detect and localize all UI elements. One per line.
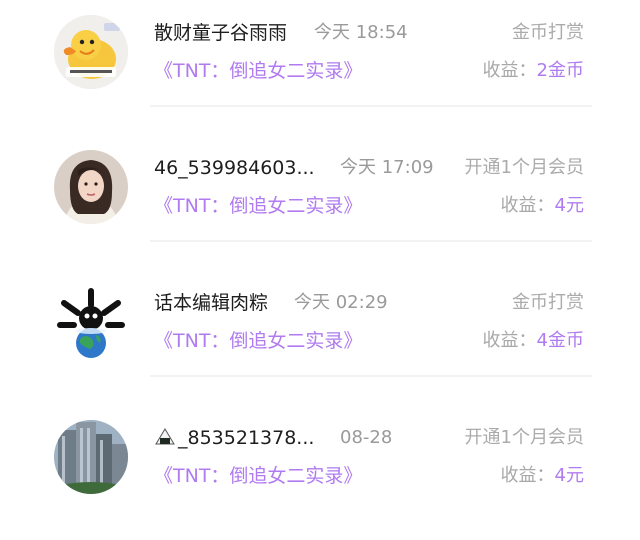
earnings: 收益：4元 — [501, 461, 584, 491]
earnings: 收益：4元 — [501, 191, 584, 221]
divider — [150, 375, 592, 377]
reward-records-list: 散财童子谷雨雨 今天 18:54 金币打赏 《TNT：倒追女二实录》 收益：2金… — [0, 0, 640, 532]
record-time: 08-28 — [340, 427, 393, 448]
divider — [150, 240, 592, 242]
record-type: 开通1个月会员 — [464, 427, 584, 448]
user-name[interactable]: 46_539984603... — [154, 153, 315, 183]
cartoon-earth-avatar — [54, 285, 128, 359]
user-name[interactable]: _853521378... — [154, 423, 314, 453]
rice-ball-icon — [155, 428, 175, 445]
girl-portrait-avatar — [54, 150, 128, 224]
earnings: 收益：4金币 — [483, 326, 584, 356]
record-time: 今天 02:29 — [294, 292, 388, 313]
avatar[interactable] — [54, 285, 128, 359]
earnings-value: 4元 — [554, 465, 584, 486]
avatar[interactable] — [54, 15, 128, 89]
avatar[interactable] — [54, 150, 128, 224]
work-title-link[interactable]: 《TNT：倒追女二实录》 — [154, 191, 362, 221]
earnings-value: 2金币 — [536, 60, 584, 81]
record-time: 今天 17:09 — [340, 157, 434, 178]
earnings-label: 收益： — [500, 465, 555, 486]
list-item[interactable]: 46_539984603... 今天 17:09 开通1个月会员 《TNT：倒追… — [0, 135, 640, 270]
earnings-label: 收益： — [482, 330, 537, 351]
earnings-value: 4元 — [554, 195, 584, 216]
user-name[interactable]: 话本编辑肉粽 — [154, 288, 268, 318]
building-photo-avatar — [54, 420, 128, 494]
work-title-link[interactable]: 《TNT：倒追女二实录》 — [154, 461, 362, 491]
record-time: 今天 18:54 — [314, 22, 408, 43]
duck-avatar-icon — [54, 15, 128, 89]
work-title-link[interactable]: 《TNT：倒追女二实录》 — [154, 56, 362, 86]
list-item[interactable]: 散财童子谷雨雨 今天 18:54 金币打赏 《TNT：倒追女二实录》 收益：2金… — [0, 0, 640, 135]
record-type: 金币打赏 — [512, 292, 584, 313]
avatar[interactable] — [54, 420, 128, 494]
earnings-value: 4金币 — [536, 330, 584, 351]
record-type: 开通1个月会员 — [464, 157, 584, 178]
divider — [150, 105, 592, 107]
earnings-label: 收益： — [500, 195, 555, 216]
earnings-label: 收益： — [482, 60, 537, 81]
list-item[interactable]: 话本编辑肉粽 今天 02:29 金币打赏 《TNT：倒追女二实录》 收益：4金币 — [0, 270, 640, 405]
user-name[interactable]: 散财童子谷雨雨 — [154, 18, 287, 48]
earnings: 收益：2金币 — [483, 56, 584, 86]
record-type: 金币打赏 — [512, 22, 584, 43]
work-title-link[interactable]: 《TNT：倒追女二实录》 — [154, 326, 362, 356]
list-item[interactable]: _853521378... 08-28 开通1个月会员 《TNT：倒追女二实录》… — [0, 405, 640, 540]
